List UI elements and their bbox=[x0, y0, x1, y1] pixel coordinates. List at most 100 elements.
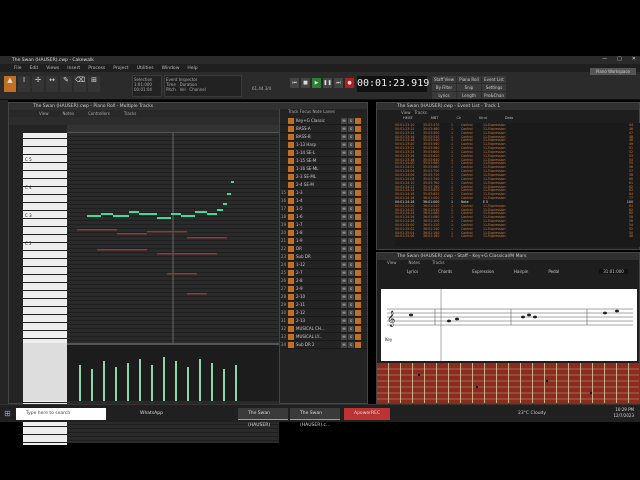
pencil-icon[interactable] bbox=[288, 189, 294, 196]
pencil-icon[interactable] bbox=[288, 133, 294, 140]
mute-button[interactable]: M bbox=[341, 229, 347, 236]
windows-start-icon[interactable]: ⊞ bbox=[4, 409, 11, 418]
pr-menu-tracks[interactable]: Tracks bbox=[124, 110, 137, 117]
track-name[interactable]: BASS-B bbox=[296, 134, 340, 139]
track-name[interactable]: 1-4 bbox=[296, 198, 340, 203]
inspector-strip[interactable] bbox=[0, 100, 8, 405]
hairpin-tool[interactable]: Hairpin bbox=[514, 269, 528, 274]
header-hmsf[interactable]: HMSF bbox=[403, 116, 413, 122]
solo-button[interactable]: S bbox=[348, 181, 354, 188]
track-name[interactable]: 1-15 SE-M bbox=[296, 158, 340, 163]
track-name[interactable]: 1-12 bbox=[296, 262, 340, 267]
track-row[interactable]: BASS-B M S bbox=[280, 133, 367, 141]
solo-button[interactable]: S bbox=[348, 333, 354, 340]
track-row[interactable]: 19 1-7 M S bbox=[280, 221, 367, 229]
track-name[interactable]: 2-11 bbox=[296, 302, 340, 307]
mute-button[interactable]: M bbox=[341, 301, 347, 308]
system-clock[interactable]: 10:29 PM 12/7/2023 bbox=[613, 407, 634, 419]
track-name[interactable]: DR bbox=[296, 246, 340, 251]
track-name[interactable]: 2-3 SE-ML bbox=[296, 174, 340, 179]
ev-menu-tracks[interactable]: Tracks bbox=[414, 110, 427, 115]
record-icon[interactable]: ● bbox=[345, 78, 354, 88]
header-ch[interactable]: Ch bbox=[456, 116, 461, 122]
menu-edit[interactable]: Edit bbox=[30, 66, 39, 71]
mute-button[interactable]: M bbox=[341, 157, 347, 164]
track-row[interactable]: 30 2-12 M S bbox=[280, 309, 367, 317]
st-menu-notes[interactable]: Notes bbox=[409, 260, 421, 267]
track-row[interactable]: 29 2-11 M S bbox=[280, 301, 367, 309]
solo-button[interactable]: S bbox=[348, 133, 354, 140]
track-row[interactable]: 20 1-8 M S bbox=[280, 229, 367, 237]
track-name[interactable]: 1-9 bbox=[296, 238, 340, 243]
menu-file[interactable]: File bbox=[14, 66, 22, 71]
track-name[interactable]: BASS-A bbox=[296, 126, 340, 131]
solo-button[interactable]: S bbox=[348, 317, 354, 324]
taskbar-whatsapp[interactable]: WhatsApp bbox=[130, 408, 178, 420]
smart-tool-icon[interactable]: ▲ bbox=[4, 76, 16, 92]
selection-end[interactable]: 00:01:04 bbox=[134, 87, 160, 92]
mute-button[interactable]: M bbox=[341, 213, 347, 220]
track-row[interactable]: 31 2-13 M S bbox=[280, 317, 367, 325]
solo-button[interactable]: S bbox=[348, 117, 354, 124]
header-mbt[interactable]: MBT bbox=[431, 116, 439, 122]
pencil-icon[interactable] bbox=[288, 229, 294, 236]
track-row[interactable]: 28 2-10 M S bbox=[280, 293, 367, 301]
now-time-display[interactable]: 00:01:23.919 bbox=[357, 76, 429, 92]
taskbar-cakewalk-1[interactable]: The Swan (HAUSER) bbox=[238, 408, 288, 428]
track-name[interactable]: MUSICAL CH... bbox=[296, 326, 340, 331]
solo-button[interactable]: S bbox=[348, 189, 354, 196]
taskbar-cakewalk-2[interactable]: The Swan (HAUSER).c... bbox=[290, 408, 340, 428]
solo-button[interactable]: S bbox=[348, 141, 354, 148]
weather-widget[interactable]: 23°C Cloudy bbox=[518, 411, 546, 416]
ev-menu-view[interactable]: View bbox=[401, 110, 411, 115]
mute-button[interactable]: M bbox=[341, 341, 347, 348]
workspace-dropdown[interactable]: Piano Workspace bbox=[590, 68, 636, 75]
track-name[interactable]: Sub DR bbox=[296, 254, 340, 259]
pencil-icon[interactable] bbox=[288, 181, 294, 188]
table-row[interactable]: 00:01:25:06 36:01:180 1 Control 11-Expressio… bbox=[395, 234, 640, 238]
play-icon[interactable]: ▶ bbox=[312, 78, 321, 88]
mute-button[interactable]: M bbox=[341, 293, 347, 300]
track-row[interactable]: 24 1-12 M S bbox=[280, 261, 367, 269]
pencil-icon[interactable] bbox=[288, 165, 294, 172]
solo-button[interactable]: S bbox=[348, 277, 354, 284]
solo-button[interactable]: S bbox=[348, 229, 354, 236]
track-name[interactable]: 2-10 bbox=[296, 294, 340, 299]
close-button[interactable]: ✕ bbox=[632, 56, 636, 62]
stop-icon[interactable]: ■ bbox=[301, 78, 310, 88]
solo-button[interactable]: S bbox=[348, 253, 354, 260]
mute-button[interactable]: M bbox=[341, 197, 347, 204]
menu-project[interactable]: Project bbox=[113, 66, 128, 71]
lyrics-tool[interactable]: Lyrics bbox=[407, 269, 418, 274]
track-row[interactable]: 16 1-4 M S bbox=[280, 197, 367, 205]
track-name[interactable]: Sub DR 2 bbox=[296, 342, 340, 347]
menu-window[interactable]: Window bbox=[162, 66, 180, 71]
snip-button[interactable]: Snip bbox=[457, 84, 481, 91]
mute-button[interactable]: M bbox=[341, 245, 347, 252]
pencil-icon[interactable] bbox=[288, 245, 294, 252]
track-row[interactable]: 2-4 SE-M M S bbox=[280, 181, 367, 189]
solo-button[interactable]: S bbox=[348, 221, 354, 228]
lyrics-button[interactable]: Lyrics bbox=[432, 92, 456, 99]
pencil-icon[interactable] bbox=[288, 205, 294, 212]
solo-button[interactable]: S bbox=[348, 173, 354, 180]
pencil-icon[interactable] bbox=[288, 237, 294, 244]
pencil-icon[interactable] bbox=[288, 341, 294, 348]
solo-button[interactable]: S bbox=[348, 269, 354, 276]
track-row[interactable]: 2-3 SE-ML M S bbox=[280, 173, 367, 181]
track-row[interactable]: 32 MUSICAL CH... M S bbox=[280, 325, 367, 333]
pencil-icon[interactable] bbox=[288, 173, 294, 180]
solo-button[interactable]: S bbox=[348, 293, 354, 300]
solo-button[interactable]: S bbox=[348, 213, 354, 220]
track-name[interactable]: 1-6 bbox=[296, 214, 340, 219]
minimize-button[interactable]: — bbox=[602, 56, 607, 62]
pencil-icon[interactable] bbox=[288, 253, 294, 260]
mute-button[interactable]: M bbox=[341, 261, 347, 268]
track-name[interactable]: 2-4 SE-M bbox=[296, 182, 340, 187]
maximize-button[interactable]: □ bbox=[617, 56, 622, 62]
event-list-button[interactable]: Event List bbox=[482, 76, 506, 83]
track-row[interactable]: 17 1-5 M S bbox=[280, 205, 367, 213]
move-tool-icon[interactable]: ✢ bbox=[32, 76, 44, 92]
st-menu-tracks[interactable]: Tracks bbox=[432, 260, 445, 267]
pencil-icon[interactable] bbox=[288, 317, 294, 324]
